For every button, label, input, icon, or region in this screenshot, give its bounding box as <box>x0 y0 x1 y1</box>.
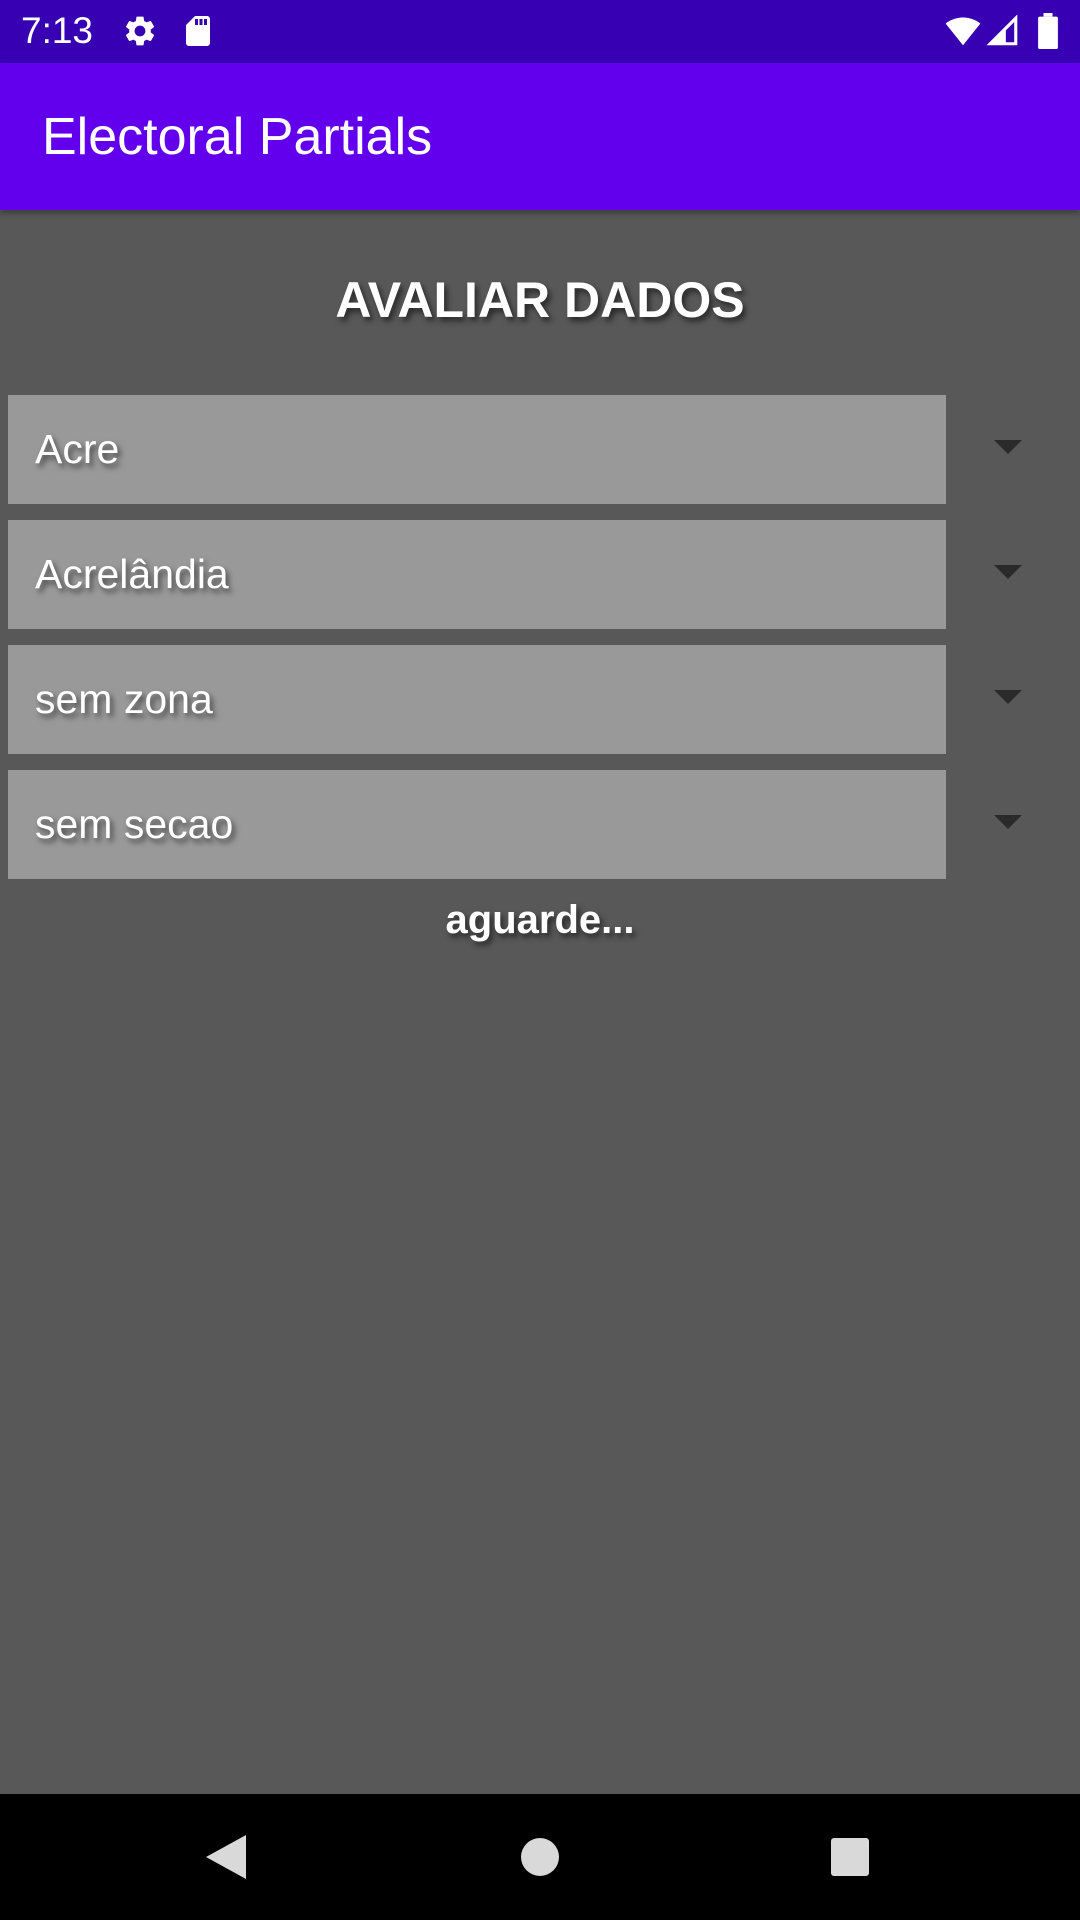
dropdown-field: sem secao <box>8 770 946 879</box>
navigation-bar <box>0 1794 1080 1920</box>
dropdown-arrow-icon[interactable] <box>994 815 1022 829</box>
wifi-icon <box>945 17 981 46</box>
status-time: 7:13 <box>21 10 94 51</box>
dropdown-selected-value: Acre <box>35 426 120 472</box>
back-icon <box>206 1835 246 1879</box>
section-dropdown[interactable]: sem secao <box>8 770 1080 879</box>
dropdown-selected-value: sem secao <box>35 801 234 847</box>
dropdown-arrow-icon[interactable] <box>994 440 1022 454</box>
dropdown-field: sem zona <box>8 645 946 754</box>
app-bar: Electoral Partials <box>0 63 1080 210</box>
state-dropdown[interactable]: Acre <box>8 395 1080 504</box>
sd-card-icon <box>186 16 210 46</box>
dropdown-field: Acrelândia <box>8 520 946 629</box>
battery-icon <box>1038 13 1058 49</box>
back-button[interactable] <box>193 1824 259 1890</box>
dropdown-arrow-icon[interactable] <box>994 690 1022 704</box>
app-title: Electoral Partials <box>42 108 433 166</box>
settings-icon <box>125 16 155 46</box>
recents-icon <box>831 1838 869 1876</box>
dropdown-arrow-icon[interactable] <box>994 565 1022 579</box>
dropdown-field: Acre <box>8 395 946 504</box>
recents-button[interactable] <box>817 1824 883 1890</box>
zone-dropdown[interactable]: sem zona <box>8 645 1080 754</box>
city-dropdown[interactable]: Acrelândia <box>8 520 1080 629</box>
page-heading: AVALIAR DADOS <box>335 272 745 328</box>
dropdown-selected-value: sem zona <box>35 676 213 722</box>
cell-signal-icon <box>986 14 1018 46</box>
home-button[interactable] <box>507 1824 573 1890</box>
status-bar: 7:13 <box>0 0 1080 63</box>
home-icon <box>521 1838 559 1876</box>
loading-text: aguarde... <box>445 898 635 942</box>
dropdown-selected-value: Acrelândia <box>35 551 229 597</box>
